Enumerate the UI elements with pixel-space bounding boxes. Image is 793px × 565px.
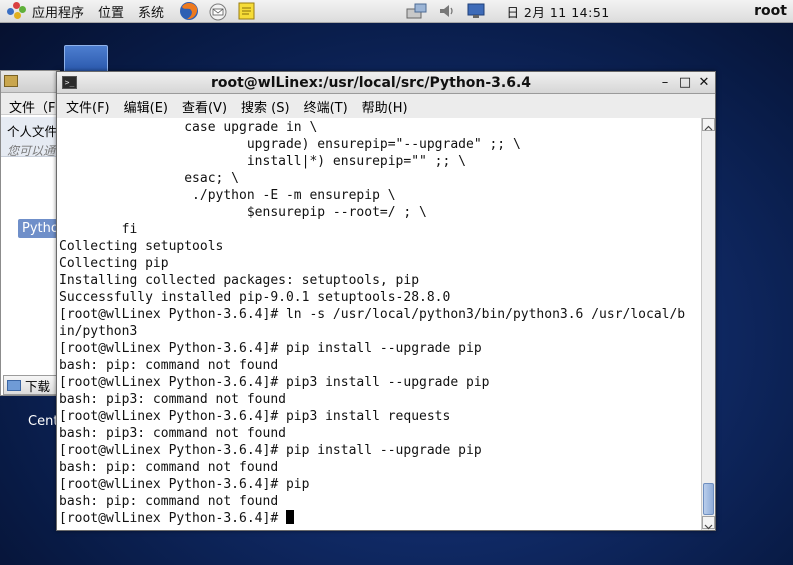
network-icon[interactable] — [406, 1, 428, 21]
scroll-down-button[interactable] — [702, 516, 715, 530]
applications-menu[interactable]: 应用程序 — [0, 0, 91, 23]
maximize-button[interactable]: □ — [677, 75, 693, 91]
terminal-icon: >_ — [62, 76, 77, 89]
terminal-line: bash: pip3: command not found — [59, 392, 286, 407]
terminal-line: ./python -E -m ensurepip \ — [59, 188, 396, 203]
terminal-line: bash: pip: command not found — [59, 494, 279, 509]
file-manager-window[interactable]: 文件（F 个人文件 您可以通 Pytho 下载 — [0, 70, 60, 396]
firefox-icon[interactable] — [178, 0, 200, 22]
personal-folder-label: 个人文件 — [7, 124, 58, 139]
terminal-line: Collecting setuptools — [59, 239, 224, 254]
window-title: root@wlLinex:/usr/local/src/Python-3.6.4 — [210, 75, 532, 91]
scrollbar-thumb[interactable] — [703, 483, 714, 515]
system-label: 系统 — [138, 5, 165, 21]
terminal-window[interactable]: >_ root@wlLinex:/usr/local/src/Python-3.… — [56, 71, 716, 531]
folder-icon — [4, 75, 18, 87]
personal-folder-banner: 个人文件 您可以通 — [1, 117, 59, 158]
terminal-line: esac; \ — [59, 171, 240, 186]
terminal-line: $ensurepip --root=/ ; \ — [59, 205, 427, 220]
terminal-line: fi — [59, 222, 138, 237]
terminal-titlebar[interactable]: >_ root@wlLinex:/usr/local/src/Python-3.… — [57, 72, 715, 94]
menu-help[interactable]: 帮助(H) — [355, 97, 415, 116]
terminal-menubar: 文件(F) 编辑(E) 查看(V) 搜索 (S) 终端(T) 帮助(H) — [57, 94, 715, 118]
terminal-line: bash: pip: command not found — [59, 358, 279, 373]
volume-icon[interactable] — [436, 1, 458, 21]
menu-view[interactable]: 查看(V) — [175, 97, 234, 116]
terminal-output[interactable]: case upgrade in \ upgrade) ensurepip="--… — [57, 118, 701, 530]
text-cursor — [285, 510, 294, 524]
terminal-line: in/python3 — [59, 324, 138, 339]
gnome-foot-icon — [7, 2, 27, 20]
personal-folder-hint: 您可以通 — [7, 144, 56, 158]
terminal-line: Collecting pip — [59, 256, 169, 271]
file-manager-menu-file[interactable]: 文件（F — [1, 93, 59, 116]
terminal-line: [root@wlLinex Python-3.6.4]# pip install… — [59, 341, 482, 356]
downloads-button[interactable]: 下载 — [3, 375, 59, 395]
menu-file[interactable]: 文件(F) — [59, 97, 117, 116]
terminal-line: [root@wlLinex Python-3.6.4]# pip — [59, 477, 310, 492]
minimize-button[interactable]: – — [657, 75, 673, 91]
terminal-line: upgrade) ensurepip="--upgrade" ;; \ — [59, 137, 521, 152]
terminal-scrollbar[interactable] — [701, 118, 715, 530]
terminal-line: Installing collected packages: setuptool… — [59, 273, 420, 288]
clock[interactable]: 日 2月 11 14:51 — [506, 2, 609, 21]
applications-label: 应用程序 — [32, 5, 85, 21]
close-button[interactable]: ✕ — [696, 75, 712, 91]
display-icon[interactable] — [466, 1, 488, 21]
terminal-line: [root@wlLinex Python-3.6.4]# ln -s /usr/… — [59, 307, 686, 322]
mail-icon[interactable] — [207, 0, 229, 22]
places-label: 位置 — [98, 5, 125, 21]
file-manager-titlebar[interactable] — [1, 71, 59, 93]
user-menu[interactable]: root — [754, 3, 793, 19]
scroll-up-button[interactable] — [702, 118, 715, 131]
terminal-line: bash: pip: command not found — [59, 460, 279, 475]
menu-edit[interactable]: 编辑(E) — [117, 97, 175, 116]
terminal-line: install|*) ensurepip="" ;; \ — [59, 154, 466, 169]
terminal-line: case upgrade in \ — [59, 120, 318, 135]
terminal-prompt: [root@wlLinex Python-3.6.4]# — [59, 511, 286, 526]
centos-desktop-label[interactable]: Cent — [28, 414, 58, 429]
downloads-label: 下载 — [25, 378, 51, 394]
terminal-line: Successfully installed pip-9.0.1 setupto… — [59, 290, 451, 305]
places-menu[interactable]: 位置 — [91, 0, 131, 23]
terminal-line: [root@wlLinex Python-3.6.4]# pip3 instal… — [59, 409, 451, 424]
terminal-line: [root@wlLinex Python-3.6.4]# pip3 instal… — [59, 375, 490, 390]
menu-terminal[interactable]: 终端(T) — [297, 97, 355, 116]
menu-search[interactable]: 搜索 (S) — [234, 97, 297, 116]
terminal-line: bash: pip3: command not found — [59, 426, 286, 441]
terminal-line: [root@wlLinex Python-3.6.4]# pip install… — [59, 443, 482, 458]
terminal-prompt-line[interactable]: [root@wlLinex Python-3.6.4]# — [59, 510, 701, 527]
notes-icon[interactable] — [236, 0, 258, 22]
file-manager-body: 个人文件 您可以通 Pytho — [1, 117, 59, 395]
python-folder-item[interactable]: Pytho — [18, 219, 59, 238]
system-menu[interactable]: 系统 — [131, 0, 171, 23]
downloads-folder-icon — [7, 379, 21, 391]
top-panel: 应用程序 位置 系统 日 2月 11 14:51 root — [0, 0, 793, 23]
